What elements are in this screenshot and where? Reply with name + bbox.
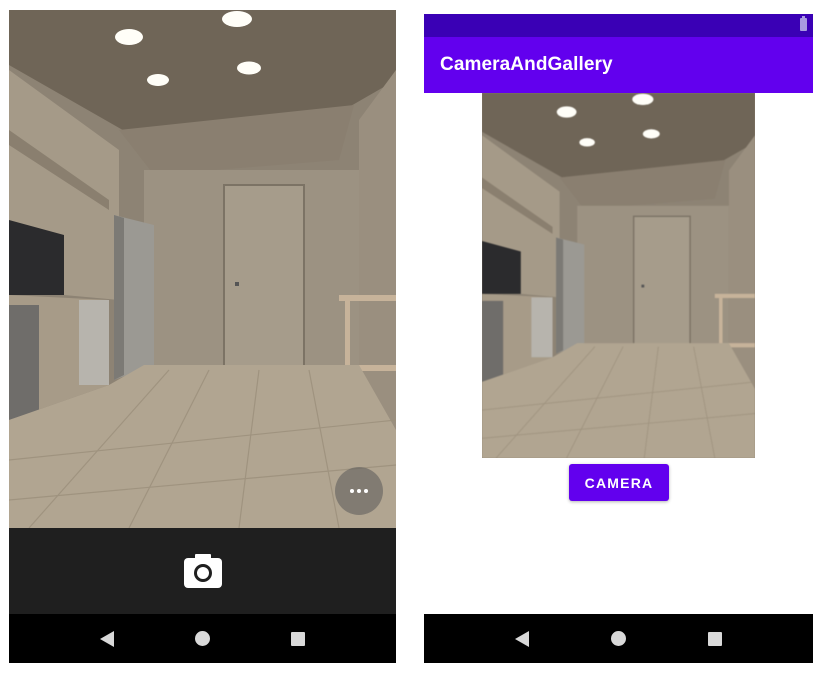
battery-icon	[800, 16, 807, 31]
camera-and-gallery-app-screen: CameraAndGallery CAMERA	[424, 14, 813, 663]
recents-square-icon[interactable]	[291, 631, 306, 646]
captured-image-preview	[482, 93, 755, 458]
recents-square-icon[interactable]	[708, 631, 722, 646]
home-circle-icon[interactable]	[194, 631, 210, 646]
home-circle-icon[interactable]	[611, 631, 626, 646]
app-bar: CameraAndGallery	[424, 37, 813, 93]
camera-controls-bar	[9, 528, 396, 614]
camera-app-screen	[9, 10, 396, 663]
back-triangle-icon[interactable]	[99, 630, 114, 647]
camera-icon[interactable]	[181, 549, 225, 593]
camera-button[interactable]: CAMERA	[569, 464, 669, 501]
status-bar	[424, 14, 813, 37]
system-navigation-bar	[424, 614, 813, 663]
back-triangle-icon[interactable]	[515, 630, 529, 647]
system-navigation-bar	[9, 614, 396, 663]
camera-viewfinder	[9, 10, 396, 528]
app-title: CameraAndGallery	[440, 54, 613, 75]
more-options-button[interactable]	[335, 467, 383, 515]
